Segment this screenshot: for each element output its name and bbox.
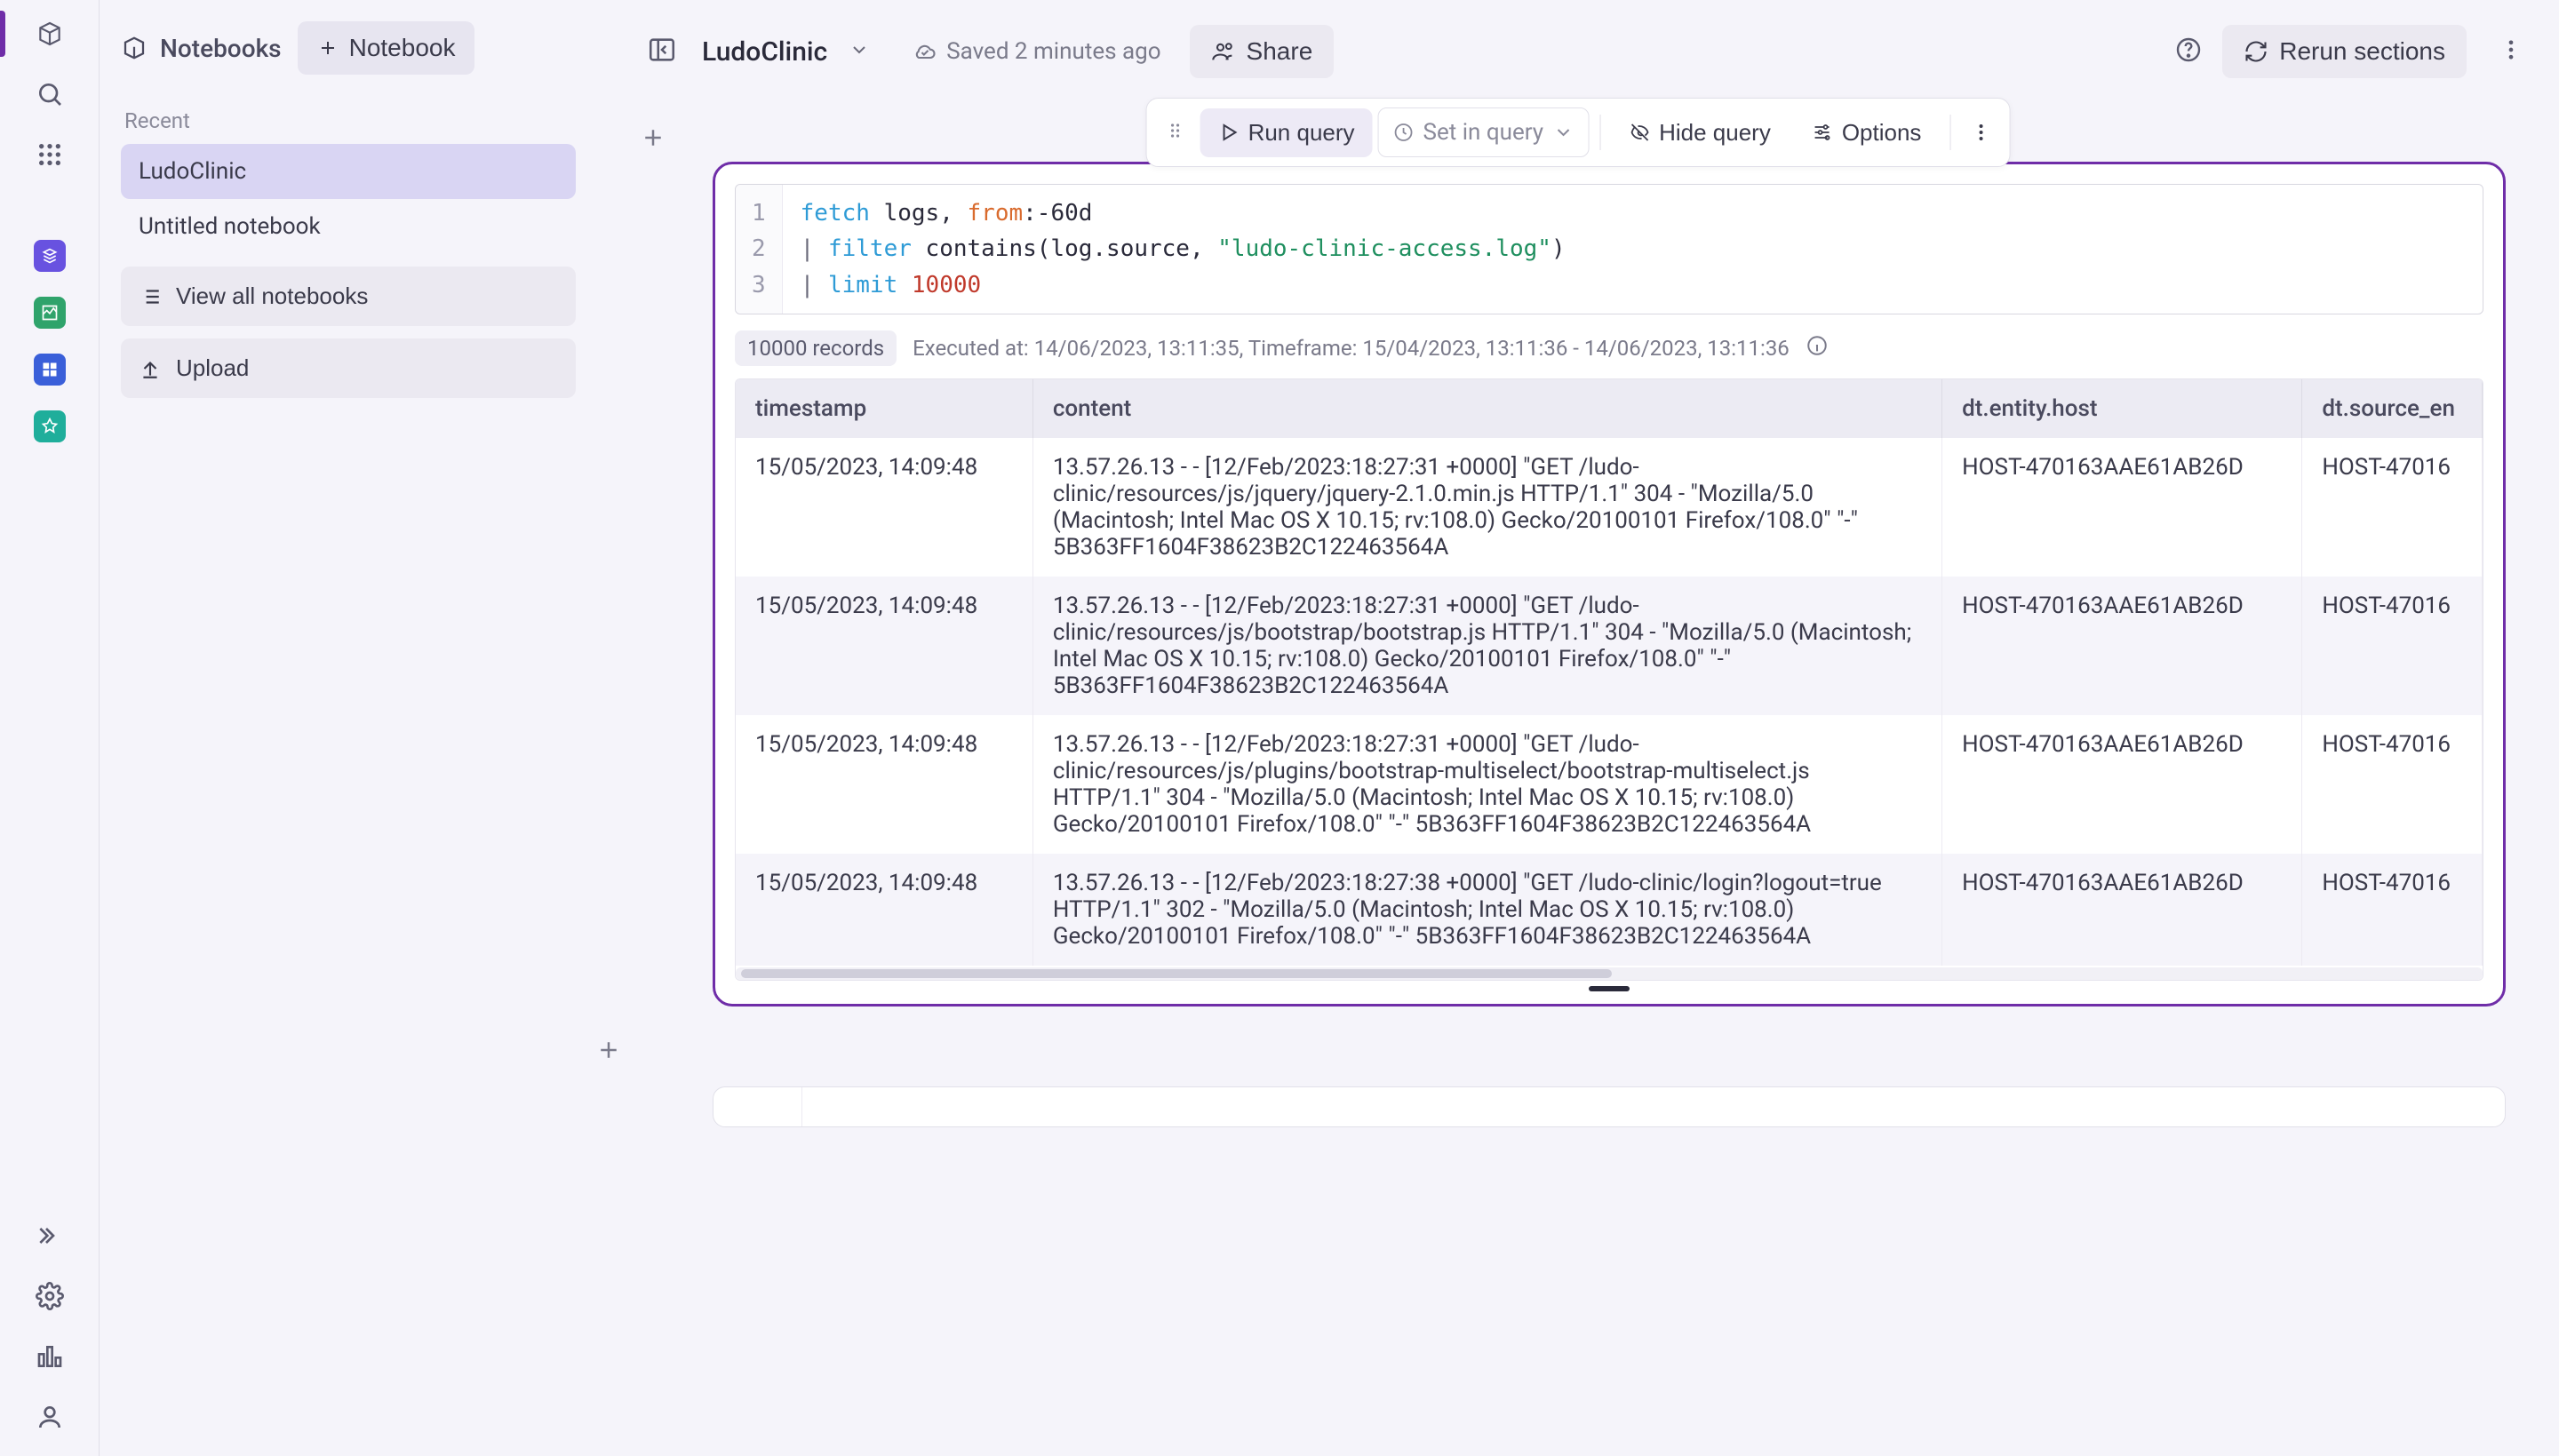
recent-label: Recent bbox=[124, 108, 576, 133]
cell-src: HOST-47016 bbox=[2302, 577, 2483, 715]
logo-icon[interactable] bbox=[32, 16, 68, 52]
rerun-sections-button[interactable]: Rerun sections bbox=[2222, 25, 2467, 78]
cell-content: 13.57.26.13 - - [12/Feb/2023:18:27:31 +0… bbox=[1032, 438, 1941, 577]
main: LudoClinic Saved 2 minutes ago Share Rer… bbox=[597, 0, 2559, 1456]
topbar-more-icon[interactable] bbox=[2499, 37, 2523, 66]
cell-content: 13.57.26.13 - - [12/Feb/2023:18:27:31 +0… bbox=[1032, 577, 1941, 715]
empty-section[interactable] bbox=[713, 1086, 2506, 1127]
cell-src: HOST-47016 bbox=[2302, 715, 2483, 854]
people-icon bbox=[1211, 39, 1236, 64]
hide-query-button[interactable]: Hide query bbox=[1611, 108, 1789, 157]
notebook-title[interactable]: LudoClinic bbox=[702, 36, 827, 68]
new-notebook-button[interactable]: Notebook bbox=[298, 21, 475, 75]
code-editor[interactable]: 1 2 3 fetch logs, from:-60d | filter con… bbox=[735, 184, 2483, 314]
notebooks-link-label: Notebooks bbox=[160, 34, 282, 63]
results-table: timestamp content dt.entity.host dt.sour… bbox=[735, 378, 2483, 981]
saved-status: Saved 2 minutes ago bbox=[913, 38, 1160, 65]
app-tile-4[interactable] bbox=[34, 410, 66, 442]
eye-off-icon bbox=[1629, 122, 1650, 143]
resize-handle[interactable] bbox=[1589, 986, 1630, 991]
content-area: Run query Set in query Hide query Option… bbox=[597, 94, 2559, 1456]
icon-rail bbox=[0, 0, 100, 1456]
cloud-check-icon bbox=[913, 39, 937, 64]
sidebar: Notebooks Notebook Recent LudoClinic Unt… bbox=[100, 0, 597, 1456]
upload-icon bbox=[139, 357, 162, 380]
activity-icon[interactable] bbox=[32, 1339, 68, 1374]
table-row[interactable]: 15/05/2023, 14:09:4813.57.26.13 - - [12/… bbox=[736, 577, 2483, 715]
app-tile-3[interactable] bbox=[34, 354, 66, 386]
options-button[interactable]: Options bbox=[1794, 108, 1940, 157]
apps-grid-icon[interactable] bbox=[32, 137, 68, 172]
app-tile-2[interactable] bbox=[34, 297, 66, 329]
list-icon bbox=[139, 285, 162, 308]
table-row[interactable]: 15/05/2023, 14:09:4813.57.26.13 - - [12/… bbox=[736, 854, 2483, 966]
view-all-label: View all notebooks bbox=[176, 282, 368, 310]
title-chevron-icon[interactable] bbox=[849, 39, 870, 64]
expand-rail-icon[interactable] bbox=[32, 1218, 68, 1253]
horizontal-scrollbar[interactable] bbox=[736, 967, 2483, 980]
col-source[interactable]: dt.source_en bbox=[2302, 379, 2483, 438]
notebooks-link[interactable]: Notebooks bbox=[121, 34, 282, 63]
table-row[interactable]: 15/05/2023, 14:09:4813.57.26.13 - - [12/… bbox=[736, 438, 2483, 577]
col-timestamp[interactable]: timestamp bbox=[736, 379, 1032, 438]
code-content[interactable]: fetch logs, from:-60d | filter contains(… bbox=[783, 185, 2483, 314]
cell-timestamp: 15/05/2023, 14:09:48 bbox=[736, 438, 1032, 577]
chevron-down-icon bbox=[1552, 122, 1574, 143]
cell-src: HOST-47016 bbox=[2302, 438, 2483, 577]
cell-content: 13.57.26.13 - - [12/Feb/2023:18:27:38 +0… bbox=[1032, 854, 1941, 966]
topbar: LudoClinic Saved 2 minutes ago Share Rer… bbox=[597, 0, 2559, 94]
run-query-button[interactable]: Run query bbox=[1200, 108, 1373, 157]
table-row[interactable]: 15/05/2023, 14:09:4813.57.26.13 - - [12/… bbox=[736, 715, 2483, 854]
upload-label: Upload bbox=[176, 354, 249, 382]
col-content[interactable]: content bbox=[1032, 379, 1941, 438]
play-icon bbox=[1218, 122, 1240, 143]
table-header-row: timestamp content dt.entity.host dt.sour… bbox=[736, 379, 2483, 438]
cell-host: HOST-470163AAE61AB26D bbox=[1942, 577, 2302, 715]
add-section-bottom-icon[interactable] bbox=[597, 1037, 622, 1067]
drag-handle-icon[interactable] bbox=[1156, 120, 1195, 145]
section-toolbar: Run query Set in query Hide query Option… bbox=[1146, 98, 2011, 167]
query-section: 1 2 3 fetch logs, from:-60d | filter con… bbox=[713, 162, 2506, 1006]
cell-timestamp: 15/05/2023, 14:09:48 bbox=[736, 715, 1032, 854]
settings-icon[interactable] bbox=[32, 1278, 68, 1314]
account-icon[interactable] bbox=[32, 1399, 68, 1435]
record-count-pill: 10000 records bbox=[735, 330, 897, 366]
refresh-icon bbox=[2244, 39, 2268, 64]
add-section-top-icon[interactable] bbox=[640, 124, 666, 155]
sliders-icon bbox=[1812, 122, 1833, 143]
app-tile-1[interactable] bbox=[34, 240, 66, 272]
cell-host: HOST-470163AAE61AB26D bbox=[1942, 715, 2302, 854]
share-button[interactable]: Share bbox=[1190, 25, 1335, 78]
cell-src: HOST-47016 bbox=[2302, 854, 2483, 966]
line-gutter: 1 2 3 bbox=[736, 185, 783, 314]
col-host[interactable]: dt.entity.host bbox=[1942, 379, 2302, 438]
upload-button[interactable]: Upload bbox=[121, 338, 576, 398]
cell-content: 13.57.26.13 - - [12/Feb/2023:18:27:31 +0… bbox=[1032, 715, 1941, 854]
section-more-icon[interactable] bbox=[1961, 111, 2000, 154]
sidebar-item-ludoclinic[interactable]: LudoClinic bbox=[121, 144, 576, 199]
collapse-sidebar-icon[interactable] bbox=[647, 35, 677, 68]
info-icon[interactable] bbox=[1806, 334, 1829, 362]
cell-host: HOST-470163AAE61AB26D bbox=[1942, 854, 2302, 966]
query-meta: 10000 records Executed at: 14/06/2023, 1… bbox=[735, 330, 2483, 366]
timeframe-select[interactable]: Set in query bbox=[1378, 107, 1590, 157]
sidebar-item-untitled[interactable]: Untitled notebook bbox=[121, 199, 576, 254]
help-icon[interactable] bbox=[2174, 36, 2203, 68]
cell-timestamp: 15/05/2023, 14:09:48 bbox=[736, 854, 1032, 966]
cell-timestamp: 15/05/2023, 14:09:48 bbox=[736, 577, 1032, 715]
executed-at-text: Executed at: 14/06/2023, 13:11:35, Timef… bbox=[913, 336, 1790, 361]
cell-host: HOST-470163AAE61AB26D bbox=[1942, 438, 2302, 577]
view-all-notebooks-button[interactable]: View all notebooks bbox=[121, 267, 576, 326]
search-icon[interactable] bbox=[32, 76, 68, 112]
clock-icon bbox=[1393, 122, 1415, 143]
new-notebook-label: Notebook bbox=[349, 34, 456, 62]
